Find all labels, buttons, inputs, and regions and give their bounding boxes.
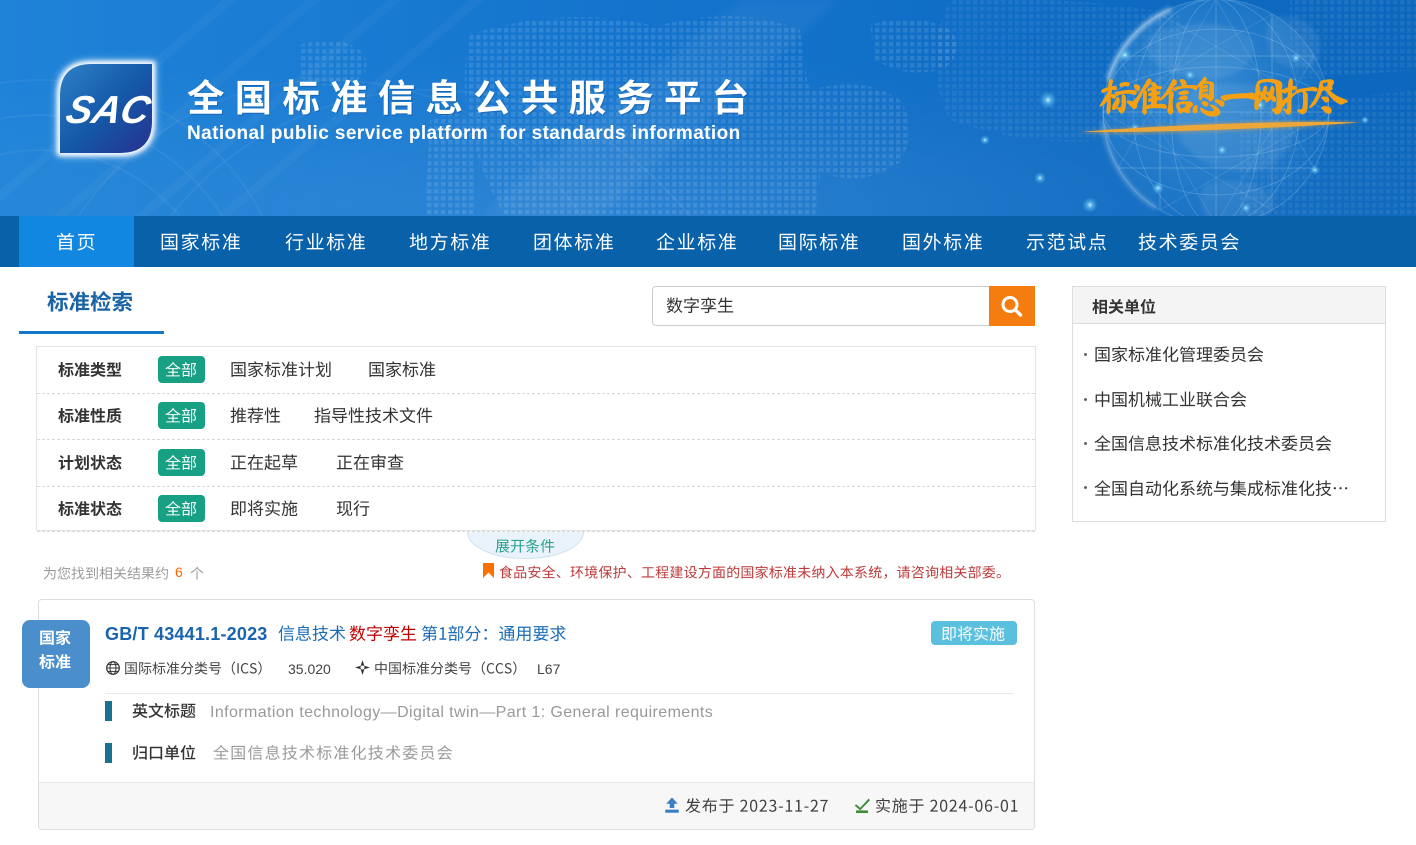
svg-text:SAC: SAC	[62, 89, 157, 132]
